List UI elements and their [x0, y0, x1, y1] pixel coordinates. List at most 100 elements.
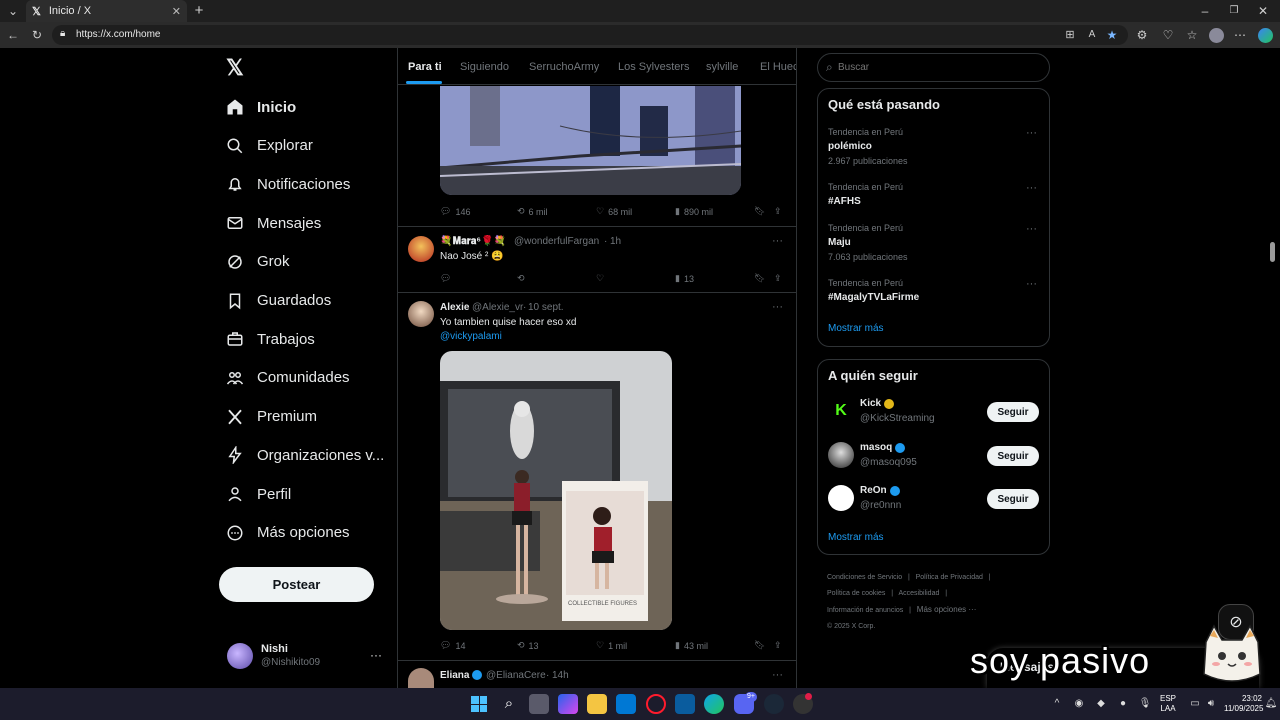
trend-more-icon[interactable]: ···	[1026, 278, 1037, 290]
x-logo-icon[interactable]: 𝕏	[226, 57, 248, 79]
post3-bookmark-icon[interactable]: 🔖︎	[754, 640, 765, 651]
account-more-icon[interactable]: ···	[370, 648, 382, 662]
tray-steam-icon[interactable]: ●	[1116, 694, 1130, 714]
footer-terms-link[interactable]: Condiciones de Servicio	[827, 574, 902, 581]
search-input[interactable]	[838, 60, 1038, 74]
follow-suggestion-name[interactable]: ReOn	[860, 485, 900, 496]
sidebar-item-explorar[interactable]: Explorar	[225, 131, 313, 161]
post3-avatar[interactable]	[408, 301, 434, 327]
sidebar-item-premium[interactable]: Premium	[225, 402, 317, 432]
footer-ads-info-link[interactable]: Información de anuncios	[827, 607, 903, 614]
post2-bookmark-icon[interactable]: 🔖︎	[754, 273, 765, 284]
read-aloud-icon[interactable]: A	[1084, 25, 1100, 45]
browser-menu-icon[interactable]: ⋯	[1232, 25, 1248, 45]
post4-time[interactable]: 14h	[552, 670, 569, 681]
extensions-icon[interactable]: ⚙	[1134, 25, 1150, 45]
new-tab-icon[interactable]: +	[190, 1, 208, 21]
input-language[interactable]: ESP LAA	[1160, 694, 1176, 714]
edge-icon[interactable]	[704, 694, 724, 714]
post3-time[interactable]: 10 sept.	[528, 302, 564, 313]
post2-share-icon[interactable]: ⇪	[774, 273, 782, 284]
sidebar-item-inicio[interactable]: Inicio	[225, 92, 296, 122]
post2-author-name[interactable]: 💐𝐌𝐚𝐫𝐚⁶🌹💐	[440, 236, 506, 247]
post4-author-name[interactable]: Eliana	[440, 670, 469, 681]
post3-views[interactable]: ▮ 43 mil	[675, 640, 708, 651]
footer-more-link[interactable]: Más opciones ···	[917, 605, 977, 614]
task-view-icon[interactable]	[529, 694, 549, 714]
post3-image[interactable]: COLLECTIBLE FIGURES	[440, 351, 672, 630]
masoq-avatar[interactable]	[828, 442, 854, 468]
post2-avatar[interactable]	[408, 236, 434, 262]
post2-repost-icon[interactable]: ⟲	[517, 273, 525, 284]
post2-views[interactable]: ▮ 13	[675, 273, 694, 284]
close-window-icon[interactable]: ✕	[1254, 1, 1272, 21]
volume-icon[interactable]: 🔊︎	[1204, 694, 1218, 714]
post2-author-handle[interactable]: @wonderfulFargan	[514, 236, 599, 247]
post1-bookmark-icon[interactable]: 🔖︎	[754, 206, 765, 217]
page-scrollbar-thumb[interactable]	[1270, 242, 1275, 262]
browser-tab[interactable]: 𝕏 Inicio / X ✕	[26, 0, 187, 22]
copilot-taskbar-icon[interactable]	[558, 694, 578, 714]
trend-more-icon[interactable]: ···	[1026, 127, 1037, 139]
post1-like-button[interactable]: ♡ 68 mil	[596, 206, 632, 217]
account-avatar[interactable]	[227, 643, 253, 669]
tab-para-ti[interactable]: Para ti	[408, 61, 442, 73]
tab-siguiendo[interactable]: Siguiendo	[460, 61, 509, 73]
windows-start-icon[interactable]	[471, 696, 487, 712]
sidebar-item-trabajos[interactable]: Trabajos	[225, 324, 315, 354]
restore-icon[interactable]: ❐	[1225, 1, 1243, 21]
trend-item[interactable]: Tendencia en Perú #MagalyTVLaFirme ···	[828, 278, 1040, 318]
sidebar-item-guardados[interactable]: Guardados	[225, 286, 331, 316]
minimize-icon[interactable]: –	[1196, 1, 1214, 21]
post1-image[interactable]	[440, 86, 741, 195]
tray-discord-icon[interactable]: ◉	[1072, 694, 1086, 714]
steam-icon[interactable]	[764, 694, 784, 714]
post2-more-icon[interactable]: ···	[772, 235, 783, 247]
collections-icon[interactable]: ☆	[1184, 25, 1200, 45]
sidebar-item-perfil[interactable]: Perfil	[225, 479, 291, 509]
opera-icon[interactable]	[646, 694, 666, 714]
file-explorer-icon[interactable]	[587, 694, 607, 714]
close-tab-icon[interactable]: ✕	[172, 5, 181, 18]
sidebar-item-grok[interactable]: Grok	[225, 247, 290, 277]
sidebar-item-notificaciones[interactable]: Notificaciones	[225, 169, 350, 199]
taskbar-clock[interactable]: 23:02 11/09/2025	[1224, 694, 1263, 714]
trends-show-more-link[interactable]: Mostrar más	[828, 323, 884, 334]
footer-accessibility-link[interactable]: Accesibilidad	[899, 590, 940, 597]
post4-avatar[interactable]	[408, 668, 434, 688]
post2-time[interactable]: 1h	[610, 236, 621, 247]
follow-button[interactable]: Seguir	[987, 446, 1039, 466]
follow-button[interactable]: Seguir	[987, 489, 1039, 509]
trend-more-icon[interactable]: ···	[1026, 223, 1037, 235]
kick-avatar[interactable]: K	[828, 398, 854, 424]
post-button[interactable]: Postear	[219, 567, 374, 602]
trend-item[interactable]: Tendencia en Perú polémico 2.967 publica…	[828, 127, 1040, 167]
follow-suggestion-name[interactable]: Kick	[860, 398, 895, 409]
taskbar-search-icon[interactable]: ⌕	[500, 694, 518, 714]
post1-reply-button[interactable]: 💬︎ 146	[440, 206, 470, 217]
post3-share-icon[interactable]: ⇪	[774, 640, 782, 651]
tray-vpn-icon[interactable]: ◆	[1094, 694, 1108, 714]
post1-repost-button[interactable]: ⟲ 6 mil	[517, 206, 548, 217]
tab-list-chevron-icon[interactable]: ⌄	[4, 1, 22, 21]
post3-more-icon[interactable]: ···	[772, 301, 783, 313]
notifications-bell-icon[interactable]: 🔔︎	[1264, 694, 1278, 714]
tab-sylville[interactable]: sylville	[706, 61, 738, 73]
post3-repost-button[interactable]: ⟲ 13	[517, 640, 539, 651]
sidebar-item-comunidades[interactable]: Comunidades	[225, 363, 350, 393]
favorite-star-icon[interactable]: ★	[1104, 25, 1120, 45]
trend-item[interactable]: Tendencia en Perú Maju 7.063 publicacion…	[828, 223, 1040, 263]
microphone-icon[interactable]: 🎙︎	[1138, 694, 1152, 714]
microsoft-store-icon[interactable]	[616, 694, 636, 714]
post3-mention-link[interactable]: @vickypalami	[440, 331, 502, 342]
post3-like-button[interactable]: ♡ 1 mil	[596, 640, 627, 651]
follow-suggestion-name[interactable]: masoq	[860, 442, 906, 453]
post2-reply-icon[interactable]: 💬︎	[440, 273, 451, 284]
post3-author-name[interactable]: Alexie	[440, 302, 469, 313]
post1-share-icon[interactable]: ⇪	[774, 206, 782, 217]
back-icon[interactable]: ←	[4, 25, 22, 45]
post3-author-handle[interactable]: @Alexie_vr	[472, 302, 523, 313]
tab-los-sylvesters[interactable]: Los Sylvesters	[618, 61, 690, 73]
tab-el-hueco[interactable]: El Hueco	[760, 61, 796, 73]
post4-more-icon[interactable]: ···	[772, 669, 783, 681]
